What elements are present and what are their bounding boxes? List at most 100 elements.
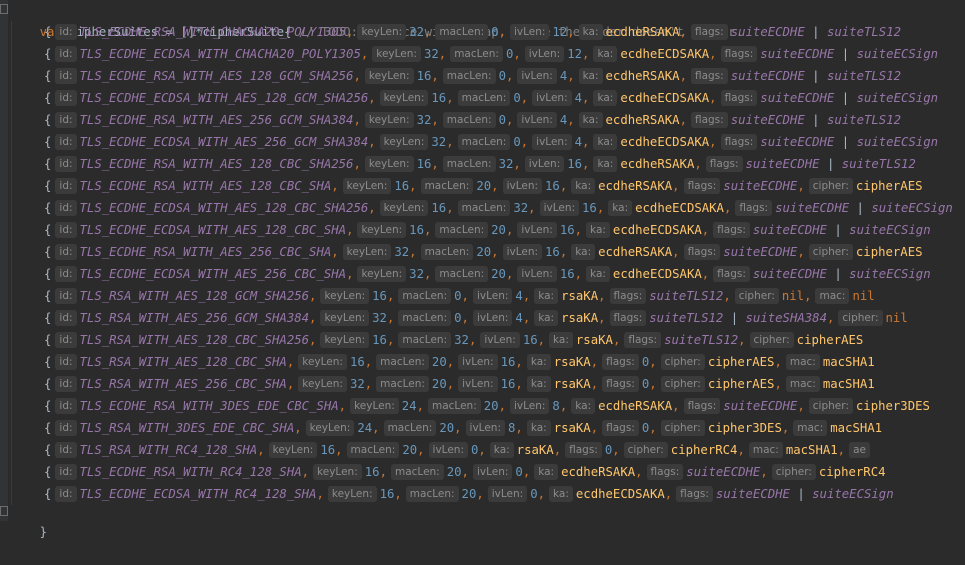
iv-len-value: 16 <box>522 333 538 347</box>
cipher-suite-row[interactable]: {id: TLS_ECDHE_ECDSA_WITH_CHACHA20_POLY13… <box>0 43 965 65</box>
hint-id: id: <box>55 266 77 282</box>
suite-id: TLS_RSA_WITH_AES_128_CBC_SHA <box>79 355 287 369</box>
hint-id: id: <box>55 464 77 480</box>
open-brace: { <box>44 355 52 369</box>
iv-len-value: 16 <box>567 157 583 171</box>
code-line-footer[interactable]: } <box>10 499 965 539</box>
mac-len-value: 0 <box>498 113 506 127</box>
cipher-suite-row[interactable]: {id: TLS_RSA_WITH_RC4_128_SHA, keyLen: 16, m… <box>0 439 965 461</box>
flags-value: suiteECDHE <box>760 135 835 149</box>
hint-maclen: macLen: <box>450 46 503 62</box>
cipher-suite-row[interactable]: {id: TLS_ECDHE_ECDSA_WITH_AES_128_CBC_SHA… <box>0 219 965 241</box>
hint-keylen: keyLen: <box>357 266 407 282</box>
hint-cipher: cipher: <box>838 310 883 326</box>
key-len-value: 32 <box>394 245 410 259</box>
code-line-header[interactable]: var cipherSuites = []*cipherSuite{ // TO… <box>10 0 965 39</box>
suite-id: TLS_ECDHE_RSA_WITH_AES_128_CBC_SHA256 <box>79 157 354 171</box>
hint-flags: flags: <box>609 288 647 304</box>
hint-cipher: cipher: <box>734 288 779 304</box>
key-len-value: 16 <box>416 157 432 171</box>
hint-flags: flags: <box>713 266 750 282</box>
hint-flags: flags: <box>602 420 639 436</box>
hint-ka: ka: <box>571 178 596 194</box>
iv-len-value: 4 <box>574 91 583 105</box>
key-len-value: 16 <box>431 201 447 215</box>
mac-len-value: 20 <box>446 465 462 479</box>
mac-len-value: 20 <box>491 267 506 281</box>
cipher-suite-row[interactable]: {id: TLS_RSA_WITH_AES_256_CBC_SHA, keyLen:… <box>0 373 965 395</box>
ka-value: ecdheRSAKA <box>620 157 695 171</box>
closing-brace: } <box>39 525 48 539</box>
cipher-suite-row[interactable]: {id: TLS_ECDHE_ECDSA_WITH_AES_128_GCM_SHA… <box>0 87 965 109</box>
cipher-suite-row[interactable]: {id: TLS_ECDHE_ECDSA_WITH_AES_256_GCM_SHA… <box>0 131 965 153</box>
open-brace: { <box>44 47 52 61</box>
hint-ka: ka: <box>571 398 596 414</box>
suite-id: TLS_RSA_WITH_3DES_EDE_CBC_SHA <box>79 421 295 435</box>
iv-len-value: 4 <box>515 289 523 303</box>
suite-id: TLS_ECDHE_RSA_WITH_AES_256_CBC_SHA <box>79 245 332 259</box>
cipher-suite-row[interactable]: {id: TLS_RSA_WITH_AES_128_CBC_SHA256, keyL… <box>0 329 965 351</box>
flags-value: suiteECSign <box>871 201 953 215</box>
ka-value: rsaKA <box>575 333 613 347</box>
hint-ka: ka: <box>578 68 603 84</box>
hint-cipher: cipher: <box>808 244 853 260</box>
cipher-suite-row[interactable]: {id: TLS_ECDHE_RSA_WITH_AES_256_CBC_SHA, k… <box>0 241 965 263</box>
cipher-suite-row[interactable]: {id: TLS_RSA_WITH_AES_128_GCM_SHA256, keyL… <box>0 285 965 307</box>
cipher-suite-row[interactable]: {id: TLS_ECDHE_RSA_WITH_AES_128_GCM_SHA25… <box>0 65 965 87</box>
mac-value: macSHA1 <box>830 421 883 435</box>
code-editor[interactable]: var cipherSuites = []*cipherSuite{ // TO… <box>0 0 965 539</box>
ka-value: ecdheECDSAKA <box>620 91 710 105</box>
hint-flags: flags: <box>609 310 647 326</box>
hint-flags: flags: <box>735 200 773 216</box>
fold-end-marker-icon[interactable] <box>0 506 8 516</box>
cipher-suite-row[interactable]: {id: TLS_ECDHE_RSA_WITH_AES_128_CBC_SHA, k… <box>0 175 965 197</box>
open-brace: { <box>44 311 52 325</box>
hint-keylen: keyLen: <box>364 112 414 128</box>
ka-value: ecdheECDSAKA <box>620 47 710 61</box>
hint-flags: flags: <box>683 244 721 260</box>
hint-maclen: macLen: <box>457 200 511 216</box>
hint-keylen: keyLen: <box>320 310 370 326</box>
key-len-value: 32 <box>431 135 447 149</box>
hint-ivlen: ivLen: <box>532 90 572 106</box>
cipher-suite-row[interactable]: {id: TLS_ECDHE_RSA_WITH_AES_128_CBC_SHA25… <box>0 153 965 175</box>
iv-len-value: 16 <box>559 223 575 237</box>
mac-len-value: 20 <box>476 245 492 259</box>
suite-id: TLS_RSA_WITH_AES_128_GCM_SHA256 <box>79 289 310 303</box>
open-brace: { <box>44 113 52 127</box>
hint-keylen: keyLen: <box>305 420 355 436</box>
cipher-suite-row[interactable]: {id: TLS_ECDHE_RSA_WITH_AES_256_GCM_SHA38… <box>0 109 965 131</box>
mac-len-value: 32 <box>513 201 529 215</box>
cipher-suite-row[interactable]: {id: TLS_RSA_WITH_AES_128_CBC_SHA, keyLen:… <box>0 351 965 373</box>
cipher-suite-row[interactable]: {id: TLS_RSA_WITH_3DES_EDE_CBC_SHA, keyLen… <box>0 417 965 439</box>
cipher-value: nil <box>885 311 908 325</box>
cipher-suite-row[interactable]: {id: TLS_RSA_WITH_AES_256_GCM_SHA384, keyL… <box>0 307 965 329</box>
hint-maclen: macLen: <box>346 442 400 458</box>
hint-ka: ka: <box>549 332 573 348</box>
hint-keylen: keyLen: <box>342 178 392 194</box>
key-len-value: 32 <box>409 267 424 281</box>
hint-ka: ka: <box>586 222 610 238</box>
hint-cipher: cipher: <box>660 354 705 370</box>
mac-len-value: 0 <box>498 69 506 83</box>
cipher-suite-row[interactable]: {id: TLS_ECDHE_ECDSA_WITH_AES_128_CBC_SHA… <box>0 197 965 219</box>
cipher-suite-row[interactable]: {id: TLS_ECDHE_ECDSA_WITH_AES_256_CBC_SHA… <box>0 263 965 285</box>
flags-value: suiteECSign <box>856 135 938 149</box>
cipher-value: nil <box>781 289 805 303</box>
iv-len-value: 0 <box>515 465 523 479</box>
fold-marker-icon[interactable] <box>0 4 8 14</box>
key-len-value: 32 <box>409 25 424 39</box>
flags-value: suiteTLS12 <box>664 333 739 347</box>
hint-id: id: <box>55 310 77 326</box>
hint-cipher: cipher: <box>808 398 853 414</box>
hint-keylen: keyLen: <box>342 244 392 260</box>
hint-cipher: cipher: <box>808 178 853 194</box>
cipher-suite-row[interactable]: {id: TLS_ECDHE_RSA_WITH_3DES_EDE_CBC_SHA,… <box>0 395 965 417</box>
hint-maclen: macLen: <box>398 310 452 326</box>
hint-id: id: <box>55 398 77 414</box>
ka-value: rsaKA <box>553 355 591 369</box>
ka-value: ecdheRSAKA <box>605 25 680 39</box>
suite-id: TLS_ECDHE_RSA_WITH_3DES_EDE_CBC_SHA <box>79 399 339 413</box>
cipher-suite-row[interactable]: {id: TLS_ECDHE_RSA_WITH_RC4_128_SHA, keyLe… <box>0 461 965 483</box>
cipher-suite-row[interactable]: {id: TLS_ECDHE_RSA_WITH_CHACHA20_POLY1305… <box>0 21 965 43</box>
